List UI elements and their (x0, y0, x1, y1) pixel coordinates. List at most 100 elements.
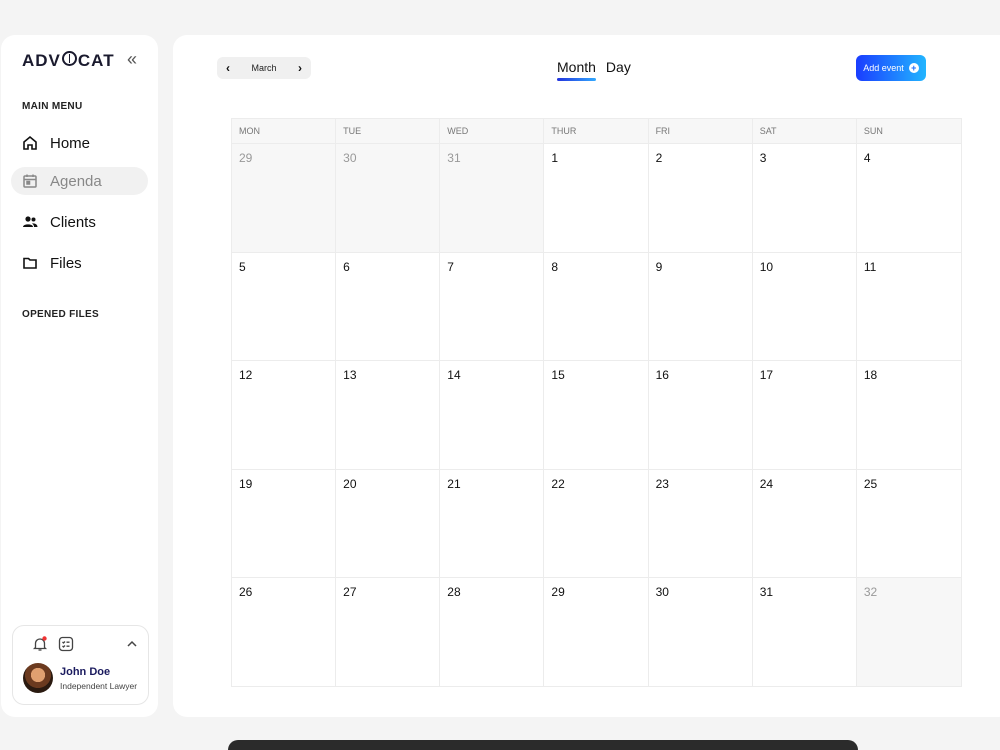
bell-icon[interactable] (31, 635, 49, 653)
sidebar-item-label: Clients (50, 213, 96, 231)
calendar-day-cell[interactable]: 21 (440, 468, 545, 578)
calendar-day-cell[interactable]: 5 (232, 251, 337, 361)
sidebar-item-label: Files (50, 254, 82, 272)
calendar-day-cell[interactable]: 22 (544, 468, 649, 578)
day-number: 25 (863, 476, 878, 491)
chevron-left-icon[interactable]: ‹ (217, 57, 239, 79)
calendar-body: 29 30 31 1 2 3 4 5 6 7 8 9 10 11 12 13 14 15 16 17 18 19 20 21 2… (232, 143, 961, 686)
calendar-day-cell[interactable]: 29 (232, 143, 337, 252)
calendar-day-cell[interactable]: 12 (232, 360, 337, 469)
chevron-right-icon[interactable]: › (289, 57, 311, 79)
current-month: March (251, 63, 277, 73)
calendar-day-cell[interactable]: 14 (440, 360, 545, 469)
day-number: 9 (655, 259, 663, 274)
day-number: 27 (343, 585, 357, 600)
weekday-label: SUN (863, 126, 883, 136)
day-number: 24 (759, 476, 774, 491)
day-number: 5 (239, 259, 246, 274)
calendar-day-cell[interactable]: 16 (648, 360, 753, 469)
chevron-up-icon[interactable] (123, 635, 141, 653)
calendar-day-cell[interactable]: 32 (856, 577, 961, 686)
calendar-day-cell[interactable]: 4 (856, 143, 961, 252)
calendar-day-cell[interactable]: 23 (648, 468, 753, 578)
day-number: 29 (239, 151, 253, 165)
calendar-grid: MON TUE WED THUR FRI SAT SUN 29 30 31 1 2 3 4 5 6 7 8 9 10… (231, 118, 962, 687)
main-menu-label: MAIN MENU (22, 101, 83, 112)
collapse-sidebar-icon[interactable]: « (122, 49, 142, 69)
calendar-day-cell[interactable]: 31 (752, 577, 857, 686)
home-icon (22, 135, 38, 151)
calendar-day-cell[interactable]: 15 (544, 360, 649, 469)
calendar-day-cell[interactable]: 13 (336, 360, 441, 469)
day-number: 13 (343, 368, 357, 383)
calendar-day-cell[interactable]: 31 (440, 143, 545, 252)
day-number: 11 (863, 259, 877, 274)
profile-card: John Doe Independent Lawyer (12, 625, 149, 705)
calendar-day-cell[interactable]: 11 (856, 251, 961, 361)
weekday-header: MON TUE WED THUR FRI SAT SUN (232, 119, 961, 143)
calendar-day-cell[interactable]: 3 (752, 143, 857, 252)
day-number: 6 (343, 259, 350, 274)
opened-files-label: OPENED FILES (22, 309, 99, 320)
app-logo[interactable]: ADV CAT (22, 51, 115, 71)
calendar-day-cell[interactable]: 6 (336, 251, 441, 361)
add-event-button[interactable]: Add event + (856, 55, 926, 81)
sidebar-item-clients[interactable]: Clients (11, 208, 148, 236)
day-number: 20 (343, 476, 357, 491)
main-panel: ‹ March › Month Day Add event + MON TUE WE… (173, 35, 1000, 717)
day-number: 18 (863, 368, 878, 383)
sidebar-item-label: Home (50, 134, 91, 152)
calendar-icon (22, 173, 38, 189)
calendar-day-cell[interactable]: 17 (752, 360, 857, 469)
logo-mark-icon (61, 51, 77, 66)
calendar-day-cell[interactable]: 1 (544, 143, 649, 252)
calendar-day-cell[interactable]: 30 (336, 143, 441, 252)
calendar-day-cell[interactable]: 27 (336, 577, 441, 686)
sidebar-item-agenda[interactable]: Agenda (11, 167, 148, 195)
calendar-day-cell[interactable]: 28 (440, 577, 545, 686)
calendar-day-cell[interactable]: 29 (544, 577, 649, 686)
calendar-day-cell[interactable]: 19 (232, 468, 337, 578)
day-number: 14 (447, 368, 461, 383)
calendar-day-cell[interactable]: 26 (232, 577, 337, 686)
avatar[interactable] (23, 663, 53, 693)
month-navigator: ‹ March › (217, 57, 311, 79)
users-icon (22, 214, 38, 230)
day-number: 31 (759, 585, 774, 600)
day-number: 32 (863, 585, 878, 600)
calendar-day-cell[interactable]: 9 (648, 251, 753, 361)
day-number: 26 (239, 585, 253, 600)
checklist-icon[interactable] (57, 635, 75, 653)
day-number: 17 (759, 368, 774, 383)
weekday-label: WED (440, 119, 545, 143)
sidebar-item-home[interactable]: Home (11, 129, 148, 157)
tab-day[interactable]: Day (606, 59, 631, 79)
calendar-day-cell[interactable]: 10 (752, 251, 857, 361)
day-number: 2 (655, 151, 663, 165)
tab-month[interactable]: Month (557, 59, 596, 81)
calendar-day-cell[interactable]: 7 (440, 251, 545, 361)
day-number: 3 (759, 151, 767, 165)
calendar-day-cell[interactable]: 30 (648, 577, 753, 686)
calendar-day-cell[interactable]: 8 (544, 251, 649, 361)
bottom-bar (228, 740, 858, 750)
calendar-day-cell[interactable]: 18 (856, 360, 961, 469)
folder-icon (22, 255, 38, 271)
day-number: 23 (655, 476, 669, 491)
plus-circle-icon: + (908, 63, 919, 73)
sidebar-item-files[interactable]: Files (11, 249, 148, 277)
day-number: 31 (447, 151, 461, 165)
weekday-label: FRI (649, 119, 753, 143)
day-number: 19 (239, 476, 253, 491)
day-number: 7 (447, 259, 454, 274)
calendar-day-cell[interactable]: 25 (856, 468, 961, 578)
calendar-day-cell[interactable]: 24 (752, 468, 857, 578)
sidebar-item-label: Agenda (50, 172, 102, 190)
user-role: Independent Lawyer (60, 681, 138, 691)
calendar-day-cell[interactable]: 2 (648, 143, 753, 252)
weekday-label: MON (232, 119, 337, 143)
calendar-day-cell[interactable]: 20 (336, 468, 441, 578)
day-number: 30 (343, 151, 357, 165)
add-event-label: Add event (863, 63, 904, 73)
weekday-label: THUR (544, 119, 649, 143)
